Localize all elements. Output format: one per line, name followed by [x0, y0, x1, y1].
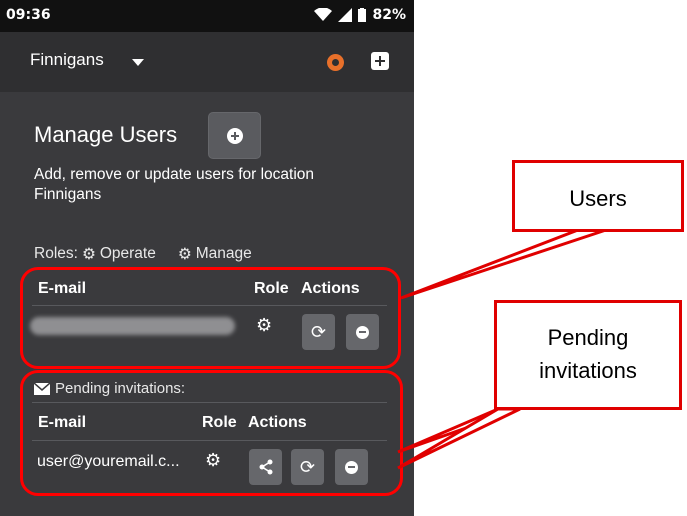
wifi-icon [314, 8, 333, 21]
orange-logo-icon[interactable] [327, 54, 344, 71]
page-title: Manage Users [34, 122, 178, 147]
roles-legend: Roles: ⚙ Operate ⚙ Manage [34, 245, 252, 263]
role-manage-label: Manage [195, 245, 252, 262]
status-icons: 82% [314, 7, 406, 23]
battery-percent: 82% [372, 7, 406, 23]
roles-label: Roles: [34, 245, 78, 262]
plus-circle-icon [227, 128, 243, 144]
role-operate-label: Operate [99, 245, 156, 262]
add-user-button[interactable] [208, 112, 261, 159]
pending-highlight [20, 370, 403, 496]
location-selector[interactable]: Finnigans [30, 50, 104, 70]
chevron-down-icon[interactable] [132, 59, 144, 66]
users-highlight [20, 267, 401, 369]
page-subtitle: Add, remove or update users for location… [34, 166, 315, 203]
gear-icon: ⚙ [81, 245, 96, 263]
users-callout-text: Users [569, 186, 627, 211]
status-time: 09:36 [6, 7, 51, 23]
battery-icon [358, 8, 367, 22]
app-bar: Finnigans [0, 32, 414, 92]
pending-callout-text: Pending invitations [539, 325, 637, 383]
gears-icon: ⚙ [177, 245, 192, 263]
pending-callout: Pending invitations [494, 300, 682, 410]
plus-square-icon[interactable] [371, 52, 389, 70]
status-bar: 09:36 82% [0, 0, 414, 32]
signal-icon [338, 8, 353, 22]
users-callout: Users [512, 160, 684, 232]
